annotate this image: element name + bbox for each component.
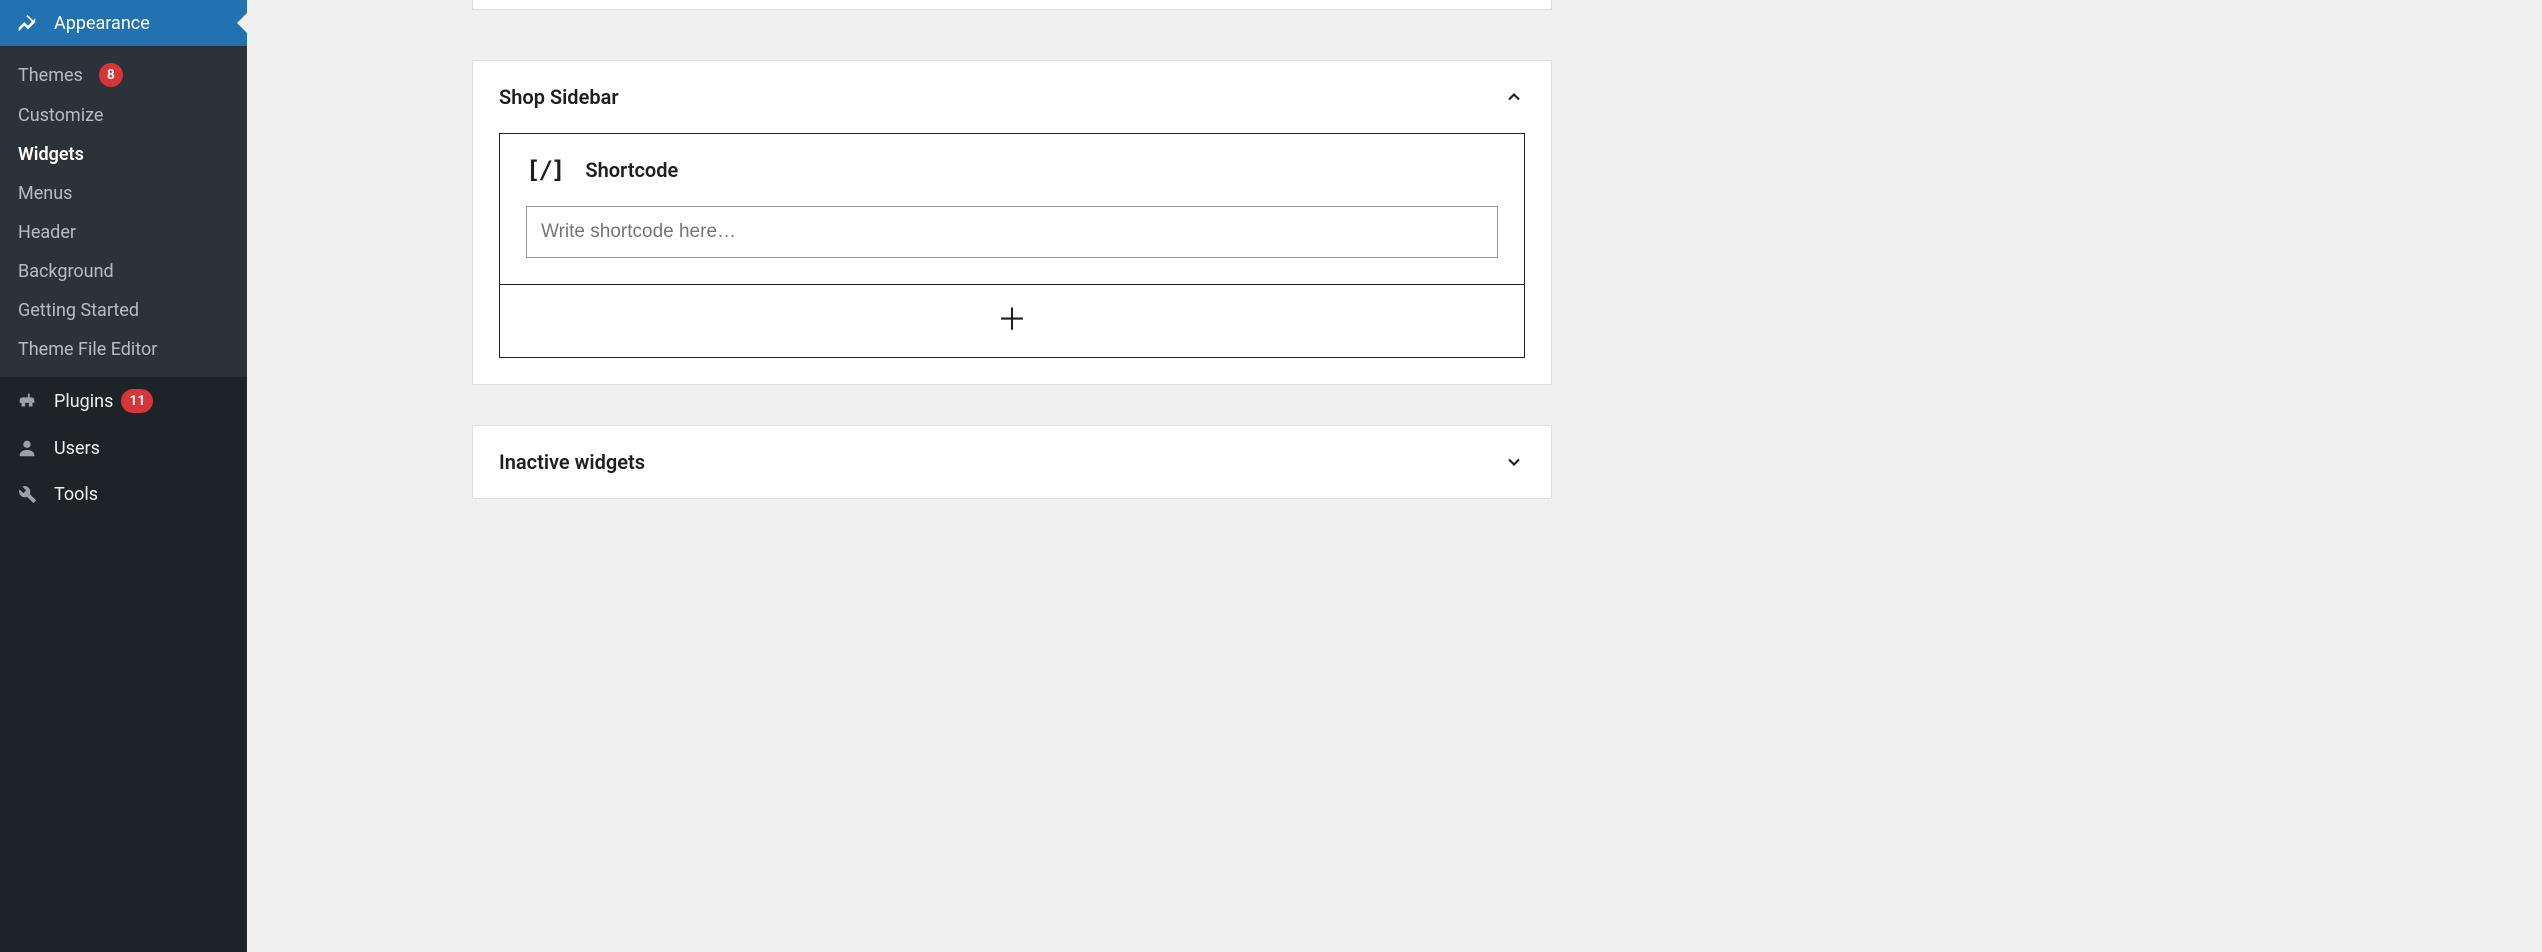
sidebar-item-label: Users xyxy=(54,438,100,459)
sidebar-item-label: Customize xyxy=(18,105,103,126)
sidebar-item-menus[interactable]: Menus xyxy=(0,174,247,213)
plugins-icon xyxy=(16,390,44,412)
sidebar-item-tools[interactable]: Tools xyxy=(0,471,247,517)
panel-title: Inactive widgets xyxy=(499,450,645,474)
shortcode-block[interactable]: [/] Shortcode xyxy=(499,133,1525,285)
admin-sidebar: Appearance Themes 8 Customize Widgets Me… xyxy=(0,0,247,952)
shortcode-input[interactable] xyxy=(526,206,1498,258)
sidebar-item-label: Theme File Editor xyxy=(18,339,157,360)
block-label: Shortcode xyxy=(585,158,678,182)
sidebar-item-label: Menus xyxy=(18,183,72,204)
widget-area-inactive: Inactive widgets xyxy=(472,425,1552,499)
sidebar-item-customize[interactable]: Customize xyxy=(0,96,247,135)
themes-badge: 8 xyxy=(99,63,123,87)
plus-icon: ＋ xyxy=(997,306,1027,336)
sidebar-item-label: Background xyxy=(18,261,114,282)
add-block-button[interactable]: ＋ xyxy=(499,285,1525,358)
appearance-icon xyxy=(16,12,44,34)
sidebar-item-label: Widgets xyxy=(18,144,84,165)
shortcode-icon: [/] xyxy=(526,156,563,184)
panel-collapsed-above xyxy=(472,0,1552,10)
sidebar-item-users[interactable]: Users xyxy=(0,425,247,471)
plugins-badge: 11 xyxy=(121,389,153,413)
panel-header-inactive[interactable]: Inactive widgets xyxy=(473,426,1551,498)
sidebar-item-label: Themes xyxy=(18,65,83,86)
panel-title: Shop Sidebar xyxy=(499,85,619,109)
sidebar-item-widgets[interactable]: Widgets xyxy=(0,135,247,174)
sidebar-item-themes[interactable]: Themes 8 xyxy=(0,54,247,96)
widget-area-shop-sidebar: Shop Sidebar [/] Shortcode ＋ xyxy=(472,60,1552,385)
chevron-up-icon xyxy=(1503,86,1525,108)
sidebar-item-label: Header xyxy=(18,222,76,243)
sidebar-item-getting-started[interactable]: Getting Started xyxy=(0,291,247,330)
sidebar-item-header[interactable]: Header xyxy=(0,213,247,252)
sidebar-item-label: Plugins xyxy=(54,391,113,412)
block-header: [/] Shortcode xyxy=(526,156,1498,184)
sidebar-item-background[interactable]: Background xyxy=(0,252,247,291)
sidebar-item-label: Tools xyxy=(54,484,98,505)
panel-body: [/] Shortcode ＋ xyxy=(473,133,1551,384)
sidebar-item-label: Getting Started xyxy=(18,300,139,321)
main-content: Shop Sidebar [/] Shortcode ＋ xyxy=(247,0,2542,952)
panel-header-shop-sidebar[interactable]: Shop Sidebar xyxy=(473,61,1551,133)
chevron-down-icon xyxy=(1503,451,1525,473)
sidebar-submenu-appearance: Themes 8 Customize Widgets Menus Header … xyxy=(0,46,247,377)
tools-icon xyxy=(16,483,44,505)
sidebar-item-plugins[interactable]: Plugins 11 xyxy=(0,377,247,425)
sidebar-item-appearance[interactable]: Appearance xyxy=(0,0,247,46)
users-icon xyxy=(16,437,44,459)
sidebar-item-theme-file-editor[interactable]: Theme File Editor xyxy=(0,330,247,369)
sidebar-item-label: Appearance xyxy=(54,13,150,34)
